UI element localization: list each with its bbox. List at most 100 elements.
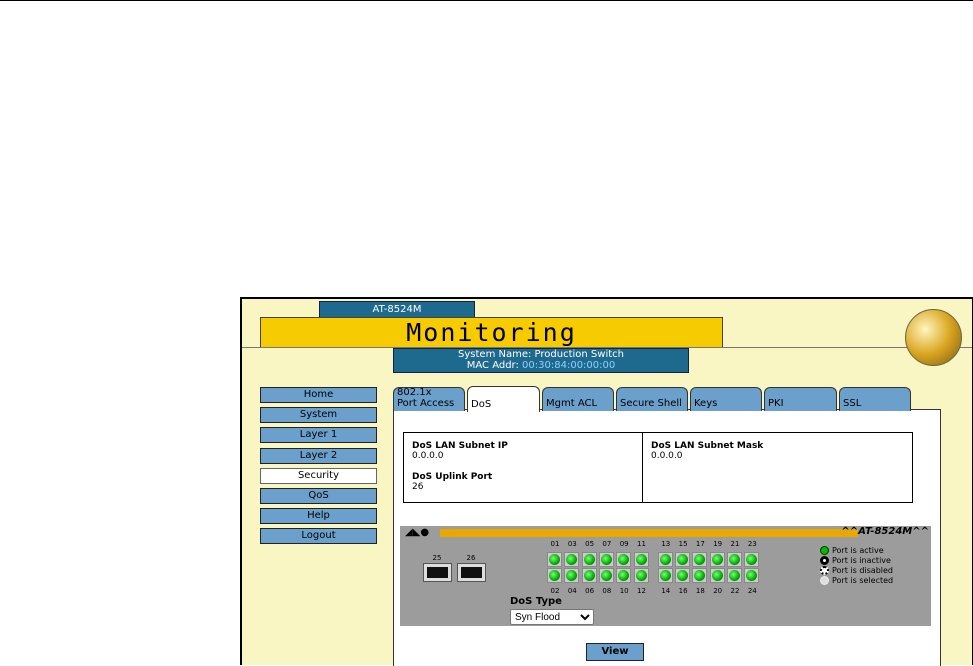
tab-pki[interactable]: PKI xyxy=(764,387,837,411)
selected-port-icon xyxy=(820,576,829,585)
disabled-port-icon xyxy=(820,566,829,575)
port-06[interactable] xyxy=(581,568,597,583)
port-active-led-icon xyxy=(600,570,612,581)
mac-address: 00:30:84:00:00:00 xyxy=(522,360,616,371)
port-09[interactable] xyxy=(616,552,632,567)
subnet-ip-value: 0.0.0.0 xyxy=(412,451,444,461)
port-03[interactable] xyxy=(564,552,580,567)
port-11[interactable] xyxy=(633,552,649,567)
port-number: 12 xyxy=(637,587,646,595)
nav-system[interactable]: System xyxy=(260,407,377,424)
port-24[interactable] xyxy=(744,568,760,583)
port-number: 25 xyxy=(432,554,442,562)
port-02[interactable] xyxy=(547,568,562,583)
port-22[interactable] xyxy=(727,568,742,583)
port-number: 23 xyxy=(747,540,757,548)
port-number: 14 xyxy=(661,587,671,595)
nav-logout[interactable]: Logout xyxy=(260,528,377,545)
sfp-slot xyxy=(461,567,482,578)
port-14[interactable] xyxy=(657,568,673,583)
switch-panel: ◢◣● ^^AT-8524M^^ Port is active Port is … xyxy=(400,526,931,626)
port-active-led-icon xyxy=(549,570,560,581)
port-17[interactable] xyxy=(692,552,708,567)
nav-help[interactable]: Help xyxy=(260,508,377,525)
port-08[interactable] xyxy=(598,568,614,583)
tab-label-line2: Port Access xyxy=(397,398,455,409)
port-number: 07 xyxy=(602,540,612,548)
nav-security[interactable]: Security xyxy=(260,467,377,484)
port-number: 11 xyxy=(637,540,646,548)
tab-port-access[interactable]: 802.1x Port Access xyxy=(393,387,465,411)
sfp-port-26[interactable] xyxy=(457,563,486,582)
port-active-led-icon xyxy=(746,554,758,565)
port-number: 17 xyxy=(695,540,705,548)
nav-qos[interactable]: QoS xyxy=(260,488,377,504)
port-23[interactable] xyxy=(744,552,760,567)
tab-label-line2: SSL xyxy=(843,398,862,409)
port-active-led-icon xyxy=(746,570,758,581)
port-20[interactable] xyxy=(709,568,725,583)
port-legend: Port is active Port is inactive Port is … xyxy=(820,546,893,585)
nav-layer-1[interactable]: Layer 1 xyxy=(260,427,377,444)
port-19[interactable] xyxy=(709,552,725,567)
port-13[interactable] xyxy=(657,552,673,567)
allied-telesyn-logo-icon: ◢◣● xyxy=(405,527,430,538)
tab-dos[interactable]: DoS xyxy=(467,386,540,412)
port-active-led-icon xyxy=(566,570,578,581)
port-number: 21 xyxy=(730,540,740,548)
sfp-port-25[interactable] xyxy=(423,563,452,582)
switch-stripe xyxy=(440,529,858,537)
tab-label-line2: Secure Shell xyxy=(620,398,682,409)
tab-keys[interactable]: Keys xyxy=(690,387,762,411)
switch-model: ^^AT-8524M^^ xyxy=(841,526,929,537)
port-number: 26 xyxy=(466,554,476,562)
port-active-led-icon xyxy=(583,554,595,565)
port-12[interactable] xyxy=(633,568,649,583)
port-16[interactable] xyxy=(675,568,691,583)
view-button[interactable]: View xyxy=(586,643,644,661)
dos-type-select[interactable]: Syn Flood xyxy=(510,609,594,625)
port-active-led-icon xyxy=(618,570,630,581)
system-info: System Name: Production Switch MAC Addr:… xyxy=(393,348,689,373)
port-active-led-icon xyxy=(711,554,723,565)
port-07[interactable] xyxy=(598,552,614,567)
tab-secure-shell[interactable]: Secure Shell xyxy=(616,387,688,411)
port-04[interactable] xyxy=(564,568,580,583)
port-number: 01 xyxy=(550,540,560,548)
legend-selected: Port is selected xyxy=(832,576,894,585)
port-number: 24 xyxy=(747,587,757,595)
tab-label: DoS xyxy=(471,399,491,410)
port-active-led-icon xyxy=(566,554,578,565)
tab-ssl[interactable]: SSL xyxy=(839,387,911,411)
system-name: System Name: Production Switch xyxy=(458,349,624,360)
port-05[interactable] xyxy=(581,552,597,567)
port-number: 20 xyxy=(713,587,723,595)
port-10[interactable] xyxy=(616,568,632,583)
legend-active: Port is active xyxy=(832,546,884,555)
port-active-led-icon xyxy=(618,554,630,565)
nav-layer-2[interactable]: Layer 2 xyxy=(260,447,377,464)
port-18[interactable] xyxy=(692,568,708,583)
port-15[interactable] xyxy=(675,552,691,567)
port-active-led-icon xyxy=(583,570,595,581)
port-number: 16 xyxy=(678,587,688,595)
dos-type-label: DoS Type xyxy=(510,596,562,607)
port-number: 03 xyxy=(567,540,577,548)
tab-label-line2: DoS xyxy=(471,399,492,410)
subnet-mask-value: 0.0.0.0 xyxy=(651,451,683,461)
port-01[interactable] xyxy=(547,552,562,567)
tab-label-line2: Keys xyxy=(694,398,718,409)
port-active-led-icon xyxy=(635,554,647,565)
globe-logo-icon xyxy=(905,309,962,366)
tab-label-line2: Mgmt ACL xyxy=(546,398,598,409)
tab-label: PKI xyxy=(768,398,784,409)
port-active-led-icon xyxy=(677,570,689,581)
port-number: 04 xyxy=(567,587,577,595)
port-21[interactable] xyxy=(727,552,742,567)
nav-home[interactable]: Home xyxy=(260,387,377,403)
tab-label: SSL xyxy=(843,398,861,409)
port-number: 10 xyxy=(619,587,629,595)
port-active-led-icon xyxy=(729,570,740,581)
port-number: 05 xyxy=(585,540,595,548)
tab-mgmt-acl[interactable]: Mgmt ACL xyxy=(542,387,614,411)
